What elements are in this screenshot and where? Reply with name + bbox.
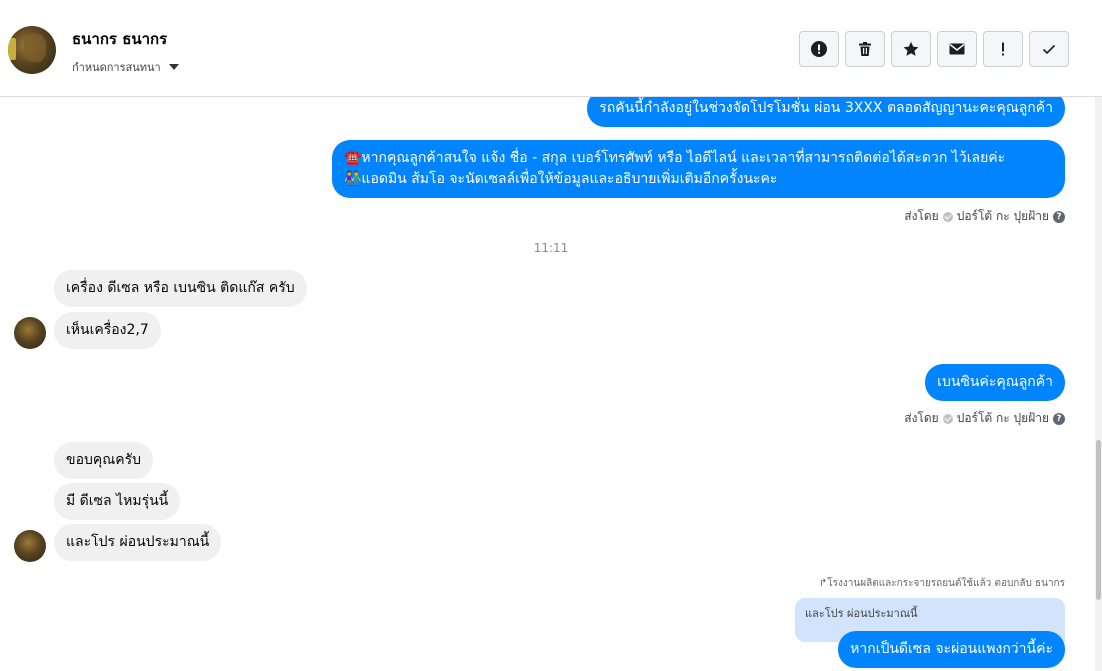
delete-button[interactable]: [845, 31, 885, 67]
message-line: 👫แอดมิน ส้มโอ จะนัดเซลล์เพื่อให้ข้อมูลแล…: [344, 171, 778, 187]
verified-icon: [942, 413, 953, 424]
mark-unread-button[interactable]: [937, 31, 977, 67]
conversation-toolbar: [799, 31, 1069, 67]
envelope-icon: [949, 43, 965, 55]
assign-conversation-dropdown[interactable]: กำหนดการสนทนา: [72, 58, 179, 76]
incoming-message: มี ดีเซล ไหมรุ่นนี้: [54, 483, 181, 520]
outgoing-message: หากเป็นดีเซล จะผ่อนแพงกว่านี้ค่ะ: [838, 631, 1065, 668]
scrollbar-thumb[interactable]: [1096, 440, 1101, 600]
contact-avatar-small[interactable]: [14, 317, 46, 349]
incoming-message: เครื่อง ดีเซล หรือ เบนซิน ติดแก๊ส ครับ: [54, 270, 307, 307]
sender-name: ปอร์โต้ กะ ปุยฝ้าย: [956, 411, 1049, 425]
sent-by-text: ส่งโดย: [904, 411, 939, 425]
trash-icon: [859, 42, 871, 56]
contact-name[interactable]: ธนากร ธนากร: [72, 27, 167, 51]
contact-avatar-small[interactable]: [14, 530, 46, 562]
done-button[interactable]: [1029, 31, 1069, 67]
message-line: ☎️หากคุณลูกค้าสนใจ แจ้ง ชื่อ - สกุล เบอร…: [344, 150, 1006, 166]
help-icon[interactable]: ?: [1053, 412, 1065, 425]
verified-icon: [942, 211, 953, 222]
timestamp: 11:11: [533, 241, 569, 255]
star-icon: [903, 41, 919, 56]
sent-by-label: ส่งโดย ปอร์โต้ กะ ปุยฝ้าย ?: [904, 207, 1065, 226]
assign-label: กำหนดการสนทนา: [72, 61, 161, 74]
reply-label: ↱โรงงานผลิตและกระจายรถยนต์ใช้แล้ว ตอบกลั…: [819, 576, 1065, 591]
reply-label-text: โรงงานผลิตและกระจายรถยนต์ใช้แล้ว ตอบกลับ…: [827, 578, 1065, 589]
spam-button[interactable]: [799, 31, 839, 67]
incoming-message: ขอบคุณครับ: [54, 442, 153, 479]
sender-name: ปอร์โต้ กะ ปุยฝ้าย: [956, 209, 1049, 223]
incoming-message: เห็นเครื่อง2,7: [54, 312, 161, 349]
follow-up-button[interactable]: [983, 31, 1023, 67]
help-icon[interactable]: ?: [1053, 210, 1065, 223]
star-button[interactable]: [891, 31, 931, 67]
outgoing-message: ☎️หากคุณลูกค้าสนใจ แจ้ง ชื่อ - สกุล เบอร…: [332, 140, 1065, 198]
caret-down-icon: [168, 64, 179, 70]
alert-icon: [811, 41, 827, 57]
check-icon: [1042, 44, 1056, 55]
conversation-header: ธนากร ธนากร กำหนดการสนทนา: [0, 0, 1102, 97]
message-thread: รถคันนี้กำลังอยู่ในช่วงจัดโปรโมชั่น ผ่อน…: [0, 97, 1102, 671]
exclamation-icon: [1002, 42, 1004, 56]
sent-by-label: ส่งโดย ปอร์โต้ กะ ปุยฝ้าย ?: [904, 409, 1065, 428]
sent-by-text: ส่งโดย: [904, 209, 939, 223]
outgoing-message: เบนซินค่ะคุณลูกค้า: [925, 364, 1065, 401]
outgoing-message: รถคันนี้กำลังอยู่ในช่วงจัดโปรโมชั่น ผ่อน…: [587, 97, 1065, 127]
incoming-message: และโปร ผ่อนประมาณนี้: [54, 524, 222, 561]
contact-avatar[interactable]: [8, 26, 56, 74]
